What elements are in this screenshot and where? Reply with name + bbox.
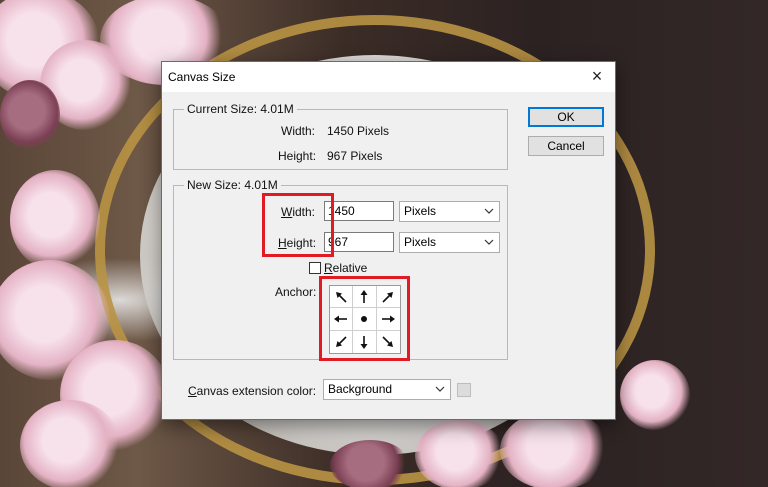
blossom: [415, 420, 505, 487]
arrow-down-icon: [360, 335, 368, 349]
ok-button[interactable]: OK: [528, 107, 604, 127]
height-unit-select[interactable]: Pixels: [399, 232, 500, 253]
arrow-left-icon: [334, 315, 348, 323]
arrow-up-right-icon: [382, 291, 394, 303]
current-height-label: Height:: [278, 149, 317, 163]
anchor-bottom[interactable]: [353, 330, 377, 353]
new-height-label-mnemonic: H: [278, 236, 287, 250]
new-width-label-rest: idth:: [292, 205, 316, 219]
new-height-label-rest: eight:: [286, 236, 317, 250]
arrow-right-icon: [382, 315, 396, 323]
height-unit-value: Pixels: [404, 235, 437, 249]
new-width-label-mnemonic: W: [281, 205, 293, 219]
arrow-up-left-icon: [336, 291, 347, 303]
arrow-up-icon: [360, 289, 368, 303]
close-icon[interactable]: ×: [587, 67, 607, 87]
title-bar: Canvas Size ×: [162, 62, 615, 92]
width-input[interactable]: 1450: [324, 201, 394, 221]
anchor-left[interactable]: [330, 308, 354, 331]
extension-color-label-rest: anvas extension color:: [196, 384, 317, 398]
current-size-legend: Current Size: 4.01M: [184, 102, 297, 116]
anchor-label: Anchor:: [275, 285, 317, 299]
new-size-legend: New Size: 4.01M: [184, 178, 281, 192]
cancel-button[interactable]: Cancel: [528, 136, 604, 156]
height-input[interactable]: 967: [324, 232, 394, 252]
current-width-label: Width:: [281, 124, 316, 138]
extension-color-label-mnemonic: C: [188, 384, 197, 398]
blossom: [10, 170, 100, 270]
relative-label[interactable]: Relative: [324, 261, 367, 275]
blossom: [620, 360, 690, 430]
center-dot-icon: [361, 315, 368, 322]
anchor-top-left[interactable]: [330, 286, 354, 309]
relative-label-rest: elative: [332, 261, 368, 275]
new-width-label: Width:: [281, 205, 315, 219]
anchor-grid: [329, 285, 401, 354]
chevron-down-icon: [435, 386, 445, 392]
chevron-down-icon: [484, 239, 494, 245]
extension-color-value: Background: [328, 382, 393, 396]
blossom: [330, 440, 410, 487]
current-height-value: 967 Pixels: [327, 149, 383, 163]
dialog-title: Canvas Size: [168, 70, 236, 84]
relative-checkbox[interactable]: [309, 262, 321, 274]
extension-color-select[interactable]: Background: [323, 379, 451, 400]
new-height-label: Height:: [278, 236, 316, 250]
anchor-top[interactable]: [353, 286, 377, 309]
current-width-value: 1450 Pixels: [327, 124, 390, 138]
chevron-down-icon: [484, 208, 494, 214]
relative-label-mnemonic: R: [324, 261, 333, 275]
anchor-right[interactable]: [376, 308, 400, 331]
arrow-down-right-icon: [382, 336, 394, 347]
extension-color-swatch[interactable]: [457, 383, 471, 397]
anchor-top-right[interactable]: [376, 286, 400, 309]
anchor-bottom-left[interactable]: [330, 330, 354, 353]
blossom: [20, 400, 120, 487]
anchor-center[interactable]: [353, 308, 377, 331]
width-unit-value: Pixels: [404, 204, 437, 218]
blossom: [0, 80, 60, 150]
extension-color-label: Canvas extension color:: [188, 384, 316, 398]
width-unit-select[interactable]: Pixels: [399, 201, 500, 222]
blossom: [500, 410, 610, 487]
arrow-down-left-icon: [336, 336, 347, 347]
anchor-bottom-right[interactable]: [377, 331, 400, 353]
